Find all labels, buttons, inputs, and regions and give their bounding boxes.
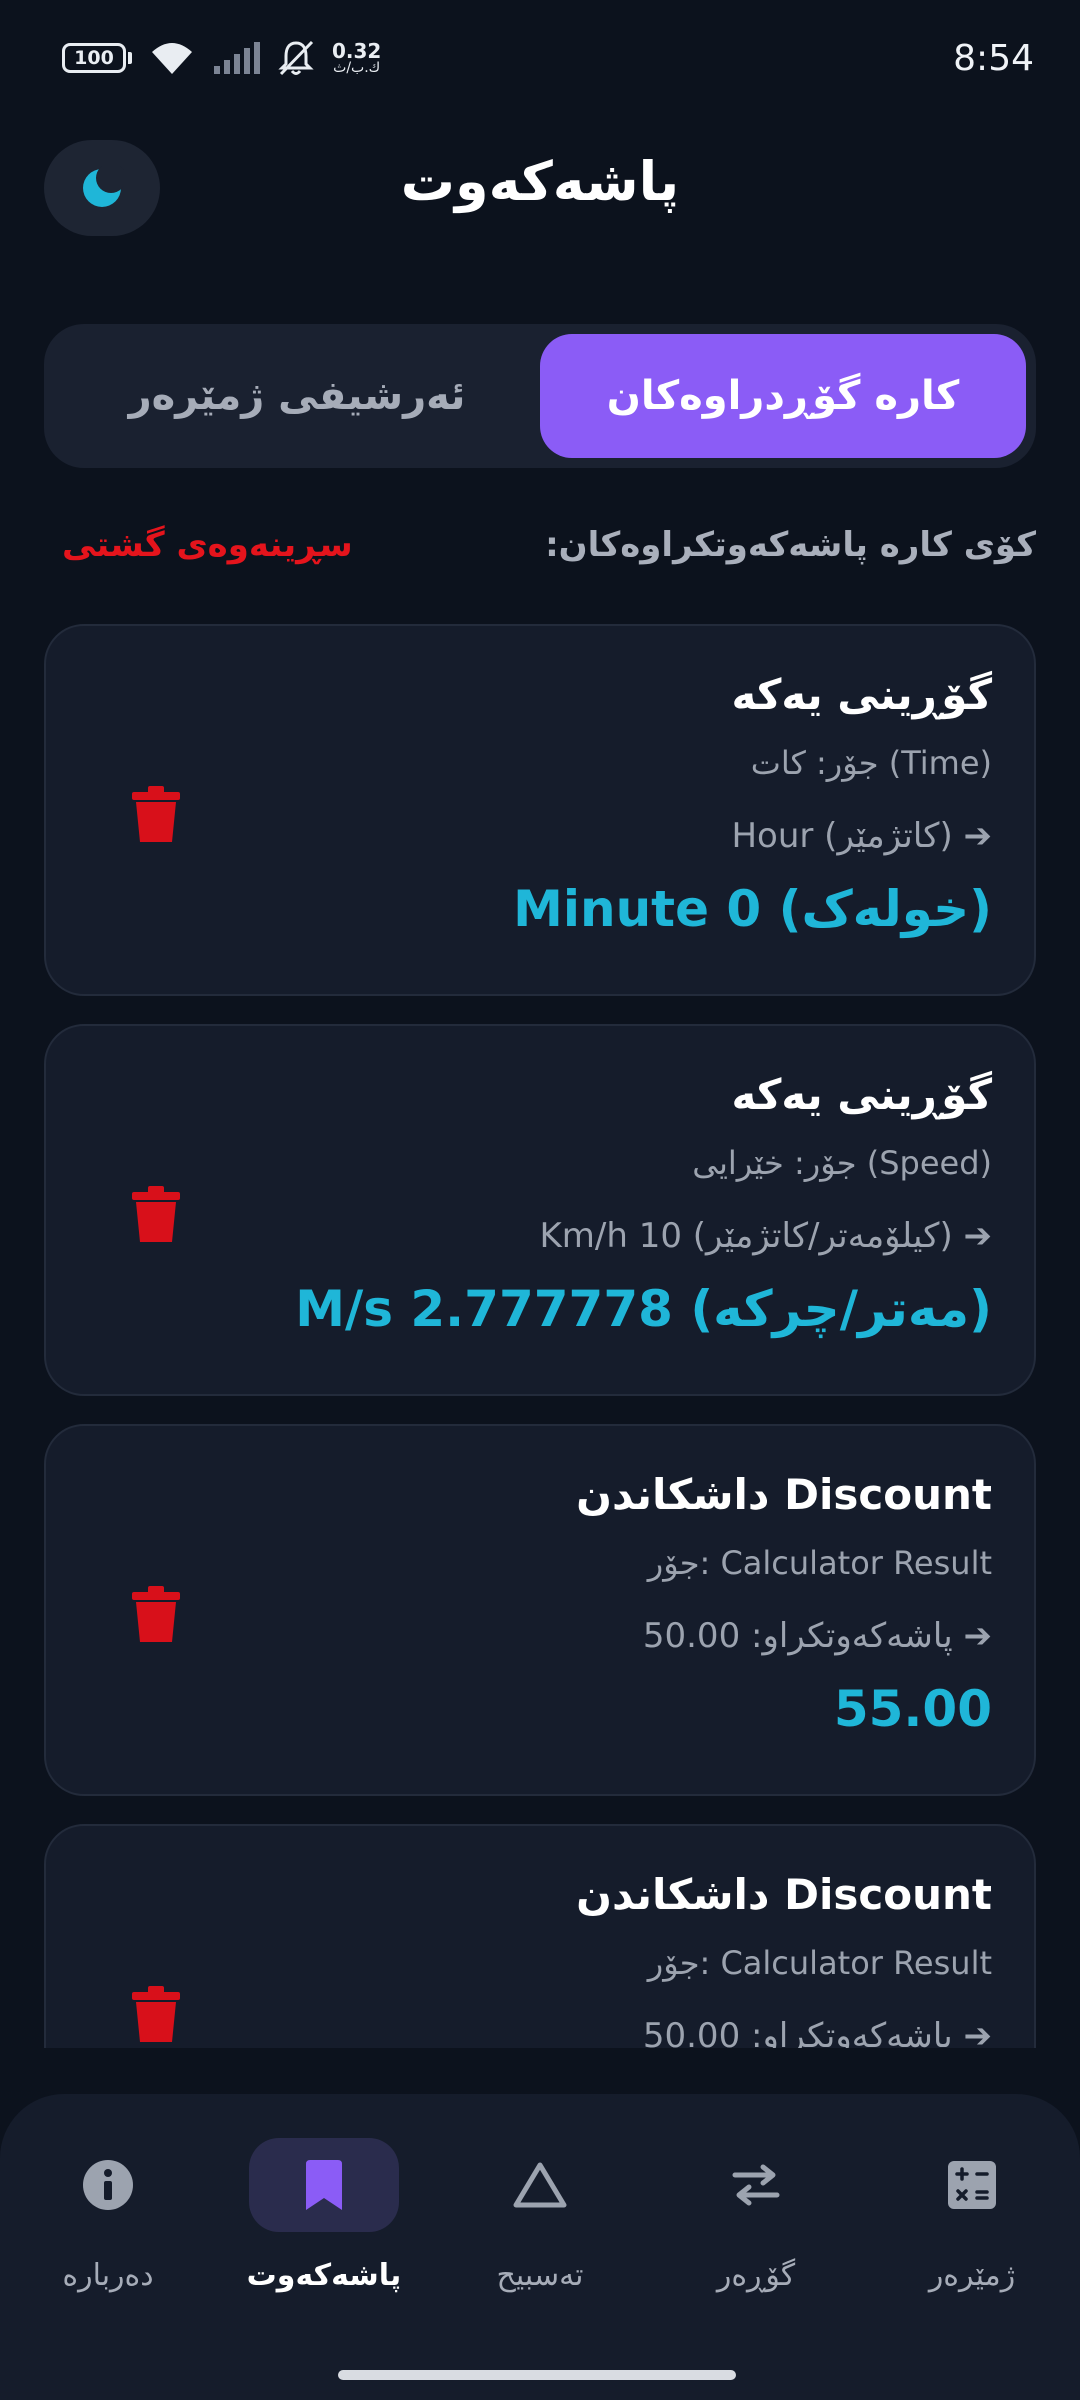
item-title: داشکاندن Discount	[576, 1870, 992, 1919]
item-type: جۆر: Calculator Result	[647, 1944, 992, 1982]
item-input: Km/h 10 (کیلۆمەتر/کاتژمێر) ➔	[539, 1216, 992, 1256]
info-icon	[83, 2160, 133, 2210]
item-input: پاشەکەوتکراو: 50.00 ➔	[642, 1616, 992, 1656]
clock: 8:54	[953, 37, 1034, 79]
swap-arrows-icon	[732, 2164, 780, 2206]
nav-about[interactable]: دەربارە	[8, 2138, 208, 2338]
nav-converter[interactable]: گۆڕەر	[656, 2138, 856, 2338]
item-type: جۆر: Calculator Result	[647, 1544, 992, 1582]
signal-icon	[212, 40, 260, 76]
header: پاشەکەوت	[0, 136, 1080, 256]
network-speed: 0.32 ك.ب/ث	[332, 41, 381, 75]
delete-trash-icon[interactable]	[132, 786, 180, 842]
item-result: Minute 0 (خولەک)	[513, 880, 992, 938]
saved-items-list[interactable]: گۆڕینی یەکە جۆر: کات (Time) Hour (کاتژمێ…	[0, 600, 1080, 2048]
bottom-navigation: دەربارە پاشەکەوت تەسبیح گۆڕەر ژمێرەر	[0, 2094, 1080, 2400]
saved-item-card: گۆڕینی یەکە جۆر: کات (Time) Hour (کاتژمێ…	[44, 624, 1036, 996]
delete-trash-icon[interactable]	[132, 1586, 180, 1642]
bookmark-icon	[306, 2160, 342, 2210]
item-type: جۆر: کات (Time)	[750, 744, 992, 782]
tab-calculator-archive[interactable]: ئەرشیفی ژمێرەر	[54, 334, 540, 458]
network-speed-unit: ك.ب/ث	[333, 60, 381, 76]
home-indicator[interactable]	[338, 2370, 736, 2380]
item-title: داشکاندن Discount	[576, 1470, 992, 1519]
delete-trash-icon[interactable]	[132, 1986, 180, 2042]
item-input: پاشەکەوتکراو: 50.00 ➔	[642, 2016, 992, 2048]
delete-trash-icon[interactable]	[132, 1186, 180, 1242]
battery-level: 100	[62, 43, 126, 73]
item-result: 55.00	[833, 1680, 992, 1738]
triangle-icon	[513, 2162, 567, 2208]
nav-tasbih[interactable]: تەسبیح	[440, 2138, 640, 2338]
item-result: M/s 2.777778 (مەتر/چرکە)	[295, 1280, 992, 1338]
item-title: گۆڕینی یەکە	[731, 1070, 992, 1119]
list-title: کۆی کارە پاشەکەوتکراوەکان:	[545, 525, 1036, 565]
battery-icon: 100	[62, 43, 132, 73]
nav-calculator[interactable]: ژمێرەر	[872, 2138, 1072, 2338]
nav-tasbih-label: تەسبیح	[496, 2258, 584, 2293]
item-title: گۆڕینی یەکە	[731, 670, 992, 719]
bell-muted-icon	[276, 38, 316, 78]
tab-converted-items[interactable]: کارە گۆڕدراوەکان	[540, 334, 1026, 458]
saved-item-card: گۆڕینی یەکە جۆر: خێرایی (Speed) Km/h 10 …	[44, 1024, 1036, 1396]
status-bar: 100 0.32 ك.ب/ث 8:54	[0, 0, 1080, 116]
calculator-icon	[948, 2161, 996, 2209]
nav-calculator-label: ژمێرەر	[928, 2258, 1016, 2293]
page-title: پاشەکەوت	[400, 150, 680, 213]
network-speed-value: 0.32	[332, 39, 382, 63]
nav-converter-label: گۆڕەر	[716, 2258, 796, 2293]
item-input: Hour (کاتژمێر) ➔	[731, 816, 992, 856]
nav-saved[interactable]: پاشەکەوت	[224, 2138, 424, 2338]
clear-all-button[interactable]: سڕینەوەی گشتی	[62, 525, 353, 565]
nav-about-label: دەربارە	[62, 2258, 154, 2293]
list-header: سڕینەوەی گشتی کۆی کارە پاشەکەوتکراوەکان:	[62, 520, 1036, 570]
tab-bar: ئەرشیفی ژمێرەر کارە گۆڕدراوەکان	[44, 324, 1036, 468]
item-type: جۆر: خێرایی (Speed)	[692, 1144, 992, 1182]
saved-item-card: داشکاندن Discount جۆر: Calculator Result…	[44, 1424, 1036, 1796]
saved-item-card: داشکاندن Discount جۆر: Calculator Result…	[44, 1824, 1036, 2048]
wifi-icon	[148, 40, 196, 76]
nav-saved-label: پاشەکەوت	[246, 2258, 402, 2293]
status-icons: 100 0.32 ك.ب/ث	[62, 38, 381, 78]
